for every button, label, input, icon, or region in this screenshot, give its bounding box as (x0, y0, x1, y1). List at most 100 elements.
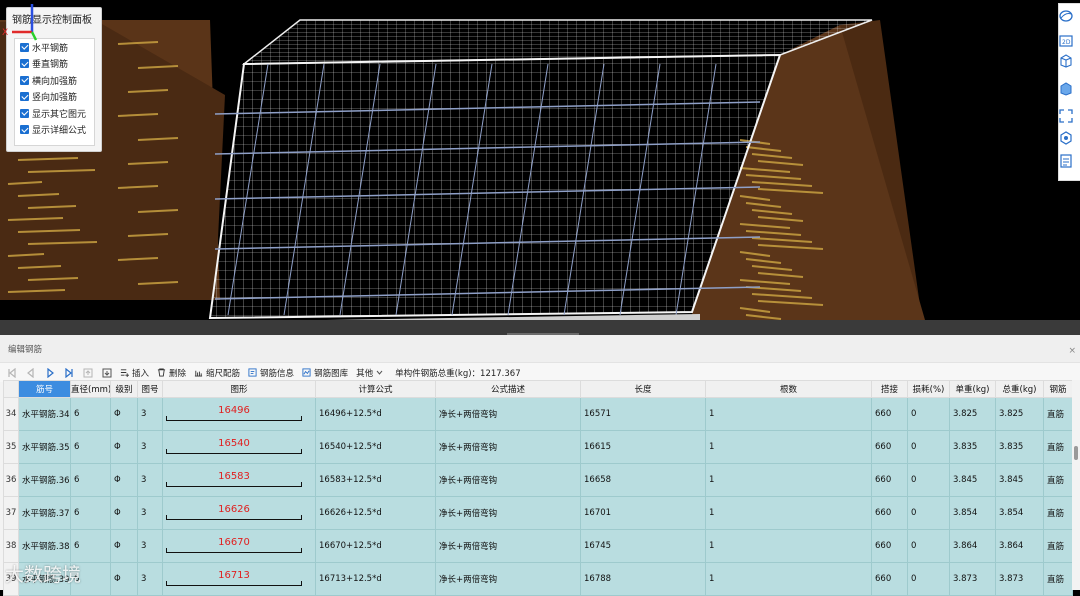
table-row[interactable]: 39 水平钢筋.39 6 Φ 3 16713 16713+12.5*d 净长+两倍弯钩 1678… (3, 562, 1073, 596)
diameter-cell[interactable]: 6 (70, 529, 111, 563)
2d-view-icon[interactable]: 2D (1059, 34, 1073, 48)
lap-cell[interactable]: 660 (871, 463, 908, 497)
figure-number-cell[interactable]: 3 (137, 529, 163, 563)
formula-cell[interactable]: 16670+12.5*d (315, 529, 436, 563)
shape-cell[interactable]: 16626 (162, 496, 316, 530)
lap-cell[interactable]: 660 (871, 496, 908, 530)
option-vertical-stiffener[interactable]: 竖向加强筋 (15, 89, 94, 106)
prev-icon[interactable] (25, 367, 37, 379)
option-show-other-elements[interactable]: 显示其它图元 (15, 105, 94, 122)
unit-weight-cell[interactable]: 3.854 (949, 496, 996, 530)
table-row[interactable]: 35 水平钢筋.35 6 Φ 3 16540 16540+12.5*d 净长+两倍弯钩 1661… (3, 430, 1073, 464)
3d-cube-icon[interactable] (1059, 54, 1073, 68)
table-row[interactable]: 38 水平钢筋.38 6 Φ 3 16670 16670+12.5*d 净长+两倍弯钩 1674… (3, 529, 1073, 563)
formula-cell[interactable]: 16496+12.5*d (315, 397, 436, 431)
option-vertical-rebar[interactable]: 垂直钢筋 (15, 56, 94, 73)
formula-desc-cell[interactable]: 净长+两倍弯钩 (435, 529, 581, 563)
diameter-cell[interactable]: 6 (70, 397, 111, 431)
column-header[interactable]: 单重(kg) (949, 380, 996, 398)
total-weight-cell[interactable]: 3.854 (995, 496, 1044, 530)
rebar-type-cell[interactable]: 直筋 (1043, 430, 1073, 464)
lap-cell[interactable]: 660 (871, 397, 908, 431)
move-up-icon[interactable] (82, 367, 94, 379)
loss-cell[interactable]: 0 (907, 430, 950, 464)
diameter-cell[interactable]: 6 (70, 496, 111, 530)
rebar-info-button[interactable]: 钢筋信息 (248, 367, 294, 379)
formula-desc-cell[interactable]: 净长+两倍弯钩 (435, 463, 581, 497)
loss-cell[interactable]: 0 (907, 463, 950, 497)
grade-cell[interactable]: Φ (110, 529, 138, 563)
length-cell[interactable]: 16571 (580, 397, 706, 431)
checkbox-checked-icon[interactable] (20, 92, 29, 102)
formula-desc-cell[interactable]: 净长+两倍弯钩 (435, 430, 581, 464)
column-header[interactable]: 直径(mm) (70, 380, 111, 398)
count-cell[interactable]: 1 (705, 496, 872, 530)
column-header[interactable]: 图形 (162, 380, 316, 398)
3d-viewport[interactable]: 钢筋显示控制面板 水平钢筋 垂直钢筋 横向加强筋 竖向加强筋 显示其它图元 显示… (0, 0, 1080, 335)
column-header[interactable] (3, 380, 19, 398)
rebar-name-cell[interactable]: 水平钢筋.34 (18, 397, 71, 431)
count-cell[interactable]: 1 (705, 529, 872, 563)
loss-cell[interactable]: 0 (907, 529, 950, 563)
loss-cell[interactable]: 0 (907, 496, 950, 530)
unit-weight-cell[interactable]: 3.825 (949, 397, 996, 431)
shape-cell[interactable]: 16496 (162, 397, 316, 431)
shape-cell[interactable]: 16583 (162, 463, 316, 497)
shape-cell[interactable]: 16670 (162, 529, 316, 563)
properties-icon[interactable] (1059, 154, 1073, 168)
count-cell[interactable]: 1 (705, 562, 872, 596)
ruler-rebar-button[interactable]: 缩尺配筋 (194, 367, 240, 379)
unit-weight-cell[interactable]: 3.864 (949, 529, 996, 563)
formula-desc-cell[interactable]: 净长+两倍弯钩 (435, 562, 581, 596)
figure-number-cell[interactable]: 3 (137, 430, 163, 464)
total-weight-cell[interactable]: 3.845 (995, 463, 1044, 497)
other-dropdown[interactable]: 其他 (356, 367, 383, 379)
rebar-type-cell[interactable]: 直筋 (1043, 496, 1073, 530)
checkbox-checked-icon[interactable] (20, 108, 29, 118)
3d-view-icon[interactable] (1059, 82, 1073, 96)
lap-cell[interactable]: 660 (871, 562, 908, 596)
rebar-model-view[interactable] (0, 0, 1080, 335)
column-header[interactable]: 级别 (110, 380, 138, 398)
lap-cell[interactable]: 660 (871, 430, 908, 464)
close-icon[interactable]: × (1068, 336, 1076, 367)
loss-cell[interactable]: 0 (907, 562, 950, 596)
column-header[interactable]: 根数 (705, 380, 872, 398)
unit-weight-cell[interactable]: 3.873 (949, 562, 996, 596)
length-cell[interactable]: 16745 (580, 529, 706, 563)
length-cell[interactable]: 16615 (580, 430, 706, 464)
column-header[interactable]: 搭接 (871, 380, 908, 398)
rebar-name-cell[interactable]: 水平钢筋.35 (18, 430, 71, 464)
table-row[interactable]: 36 水平钢筋.36 6 Φ 3 16583 16583+12.5*d 净长+两倍弯钩 1665… (3, 463, 1073, 497)
column-header[interactable]: 钢筋 (1043, 380, 1073, 398)
count-cell[interactable]: 1 (705, 430, 872, 464)
insert-button[interactable]: 插入 (120, 367, 149, 379)
checkbox-checked-icon[interactable] (20, 42, 29, 52)
figure-number-cell[interactable]: 3 (137, 397, 163, 431)
count-cell[interactable]: 1 (705, 397, 872, 431)
figure-number-cell[interactable]: 3 (137, 562, 163, 596)
grade-cell[interactable]: Φ (110, 562, 138, 596)
total-weight-cell[interactable]: 3.825 (995, 397, 1044, 431)
formula-desc-cell[interactable]: 净长+两倍弯钩 (435, 496, 581, 530)
column-header[interactable]: 图号 (137, 380, 163, 398)
option-transverse-stiffener[interactable]: 横向加强筋 (15, 72, 94, 89)
shape-cell[interactable]: 16540 (162, 430, 316, 464)
grade-cell[interactable]: Φ (110, 463, 138, 497)
panel-splitter[interactable] (0, 320, 1080, 336)
total-weight-cell[interactable]: 3.873 (995, 562, 1044, 596)
column-header[interactable]: 损耗(%) (907, 380, 950, 398)
rebar-name-cell[interactable]: 水平钢筋.36 (18, 463, 71, 497)
figure-number-cell[interactable]: 3 (137, 463, 163, 497)
grade-cell[interactable]: Φ (110, 397, 138, 431)
column-header[interactable]: 总重(kg) (995, 380, 1044, 398)
formula-cell[interactable]: 16583+12.5*d (315, 463, 436, 497)
shape-cell[interactable]: 16713 (162, 562, 316, 596)
column-header[interactable]: 公式描述 (435, 380, 581, 398)
table-row[interactable]: 37 水平钢筋.37 6 Φ 3 16626 16626+12.5*d 净长+两倍弯钩 1670… (3, 496, 1073, 530)
unit-weight-cell[interactable]: 3.845 (949, 463, 996, 497)
length-cell[interactable]: 16658 (580, 463, 706, 497)
diameter-cell[interactable]: 6 (70, 463, 111, 497)
rebar-type-cell[interactable]: 直筋 (1043, 397, 1073, 431)
formula-cell[interactable]: 16540+12.5*d (315, 430, 436, 464)
